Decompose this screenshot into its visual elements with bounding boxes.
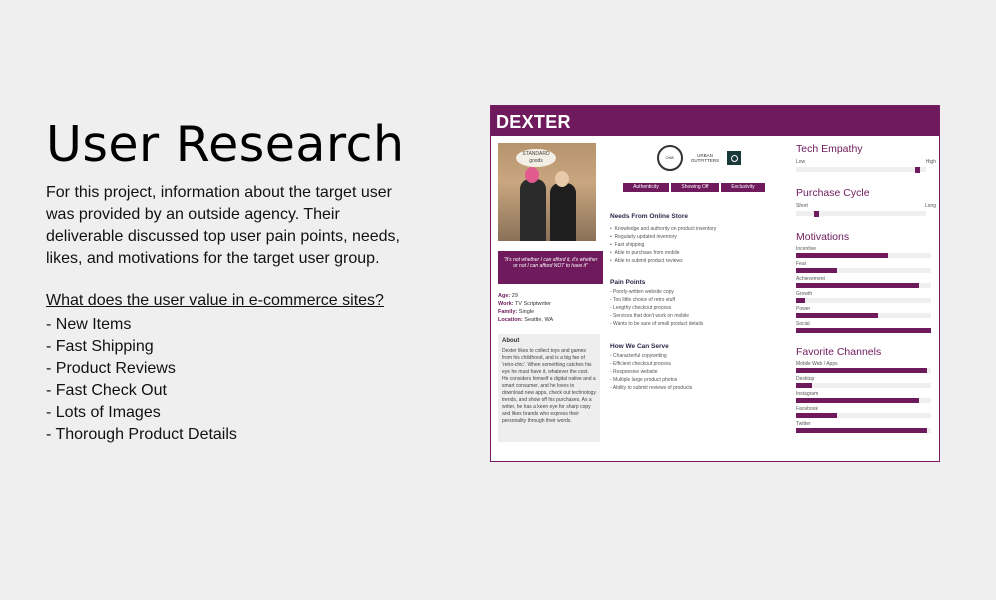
persona-left-column: STANDARD goods "It's not whether I can a… — [498, 143, 603, 442]
list-item: - Services that don't work on mobile — [610, 313, 690, 319]
list-item: - Product Reviews — [46, 360, 176, 377]
motivation-bar — [796, 253, 888, 258]
store-sign: STANDARD goods — [516, 149, 556, 167]
list-item: - Characterful copywriting — [610, 353, 667, 359]
persona-middle-column: ONE URBAN OUTFITTERS Authenticity Showin… — [610, 143, 780, 392]
motivation-label: Fear — [796, 261, 807, 267]
how-we-serve-section: How We Can Serve - Characterful copywrit… — [610, 343, 780, 392]
how-we-serve-title: How We Can Serve — [610, 343, 669, 350]
motivation-bar — [796, 328, 931, 333]
list-item: - Poorly-written website copy — [610, 289, 674, 295]
purchase-cycle-section: Purchase Cycle Short Long — [796, 187, 936, 217]
favorite-channels-section: Favorite Channels Mobile Web / Apps Desk… — [796, 346, 936, 433]
tech-empathy-track — [796, 166, 926, 173]
channel-label: Instagram — [796, 391, 819, 397]
list-item: • Fast shipping — [610, 242, 645, 248]
motivations-section: Motivations Incentive Fear Achievement G… — [796, 231, 936, 333]
tech-empathy-marker — [914, 166, 920, 173]
tech-empathy-section: Tech Empathy Low High — [796, 143, 936, 173]
list-item: • Regularly updated inventory — [610, 234, 677, 240]
favorite-channels-title: Favorite Channels — [796, 346, 882, 358]
list-item: - Efficient checkout process — [610, 361, 672, 367]
list-item: • Able to submit product reviews — [610, 258, 683, 264]
needs-section: Needs From Online Store • Knowledge and … — [610, 213, 780, 265]
motivation-label: Social — [796, 321, 810, 327]
channel-label: Twitter — [796, 421, 811, 427]
pain-points-title: Pain Points — [610, 279, 646, 286]
seal-logo-icon: ONE — [656, 145, 683, 171]
channel-bar — [796, 398, 919, 403]
list-item: - Lots of Images — [46, 404, 161, 421]
list-item: - Thorough Product Details — [46, 426, 237, 443]
tech-empathy-title: Tech Empathy — [796, 143, 863, 155]
tag-exclusivity: Exclusivity — [721, 183, 765, 192]
about-title: About — [502, 338, 520, 344]
about-box: About Dexter likes to collect toys and g… — [498, 334, 600, 442]
persona-name: DEXTER — [491, 106, 939, 136]
brand-logos: ONE URBAN OUTFITTERS — [610, 143, 780, 173]
tag-showing-off: Showing Off — [671, 183, 719, 192]
motivation-label: Achievement — [796, 276, 825, 282]
motivations-title: Motivations — [796, 231, 850, 243]
channel-bar — [796, 428, 927, 433]
list-item: - Too little choice of retro stuff — [610, 297, 676, 303]
persona-photo: STANDARD goods — [498, 143, 596, 241]
tag-authenticity: Authenticity — [623, 183, 669, 192]
channel-label: Desktop — [796, 376, 815, 382]
urban-outfitters-logo: URBAN OUTFITTERS — [690, 153, 720, 163]
channel-bar — [796, 368, 927, 373]
list-item: - Responsive website — [610, 369, 658, 375]
persona-card: DEXTER STANDARD goods "It's not whether … — [490, 105, 940, 462]
needs-title: Needs From Online Store — [610, 213, 689, 220]
demographics: Age: 29 Work: TV Scriptwriter Family: Si… — [498, 293, 554, 323]
list-item: • Able to purchase from mobile — [610, 250, 680, 256]
motivation-label: Incentive — [796, 246, 817, 252]
value-tags: Authenticity Showing Off Exclusivity — [610, 183, 780, 192]
list-item: - Ability to submit reviews of products — [610, 385, 693, 391]
channel-bar — [796, 413, 837, 418]
values-question: What does the user value in e-commerce s… — [46, 292, 384, 309]
channel-bar — [796, 383, 813, 388]
about-text: Dexter likes to collect toys and games f… — [502, 348, 596, 424]
channel-label: Facebook — [796, 406, 818, 412]
app-logo-icon — [727, 151, 742, 165]
list-item: - New Items — [46, 316, 132, 333]
persona-right-column: Tech Empathy Low High Purchase Cycle Sho… — [796, 143, 936, 433]
purchase-cycle-title: Purchase Cycle — [796, 187, 870, 199]
motivation-label: Power — [796, 306, 811, 312]
pain-points-section: Pain Points - Poorly-written website cop… — [610, 279, 780, 328]
list-item: - Wants to be sure of small product deta… — [610, 321, 704, 327]
list-item: - Fast Shipping — [46, 338, 154, 355]
list-item: - Multiple large product photos — [610, 377, 678, 383]
persona-quote: "It's not whether I can afford it, it's … — [498, 251, 603, 284]
values-list: - New Items - Fast Shipping - Product Re… — [46, 314, 237, 446]
motivation-bar — [796, 268, 837, 273]
list-item: • Knowledge and authority on product inv… — [610, 226, 717, 232]
motivation-bar — [796, 283, 919, 288]
channel-label: Mobile Web / Apps — [796, 361, 838, 367]
list-item: - Lengthy checkout process — [610, 305, 672, 311]
purchase-cycle-marker — [814, 210, 820, 217]
motivation-bar — [796, 298, 806, 303]
purchase-cycle-track — [796, 210, 926, 217]
page-title: User Research — [46, 116, 405, 173]
motivation-bar — [796, 313, 879, 318]
list-item: - Fast Check Out — [46, 382, 167, 399]
intro-paragraph: For this project, information about the … — [46, 184, 400, 267]
motivation-label: Growth — [796, 291, 813, 297]
